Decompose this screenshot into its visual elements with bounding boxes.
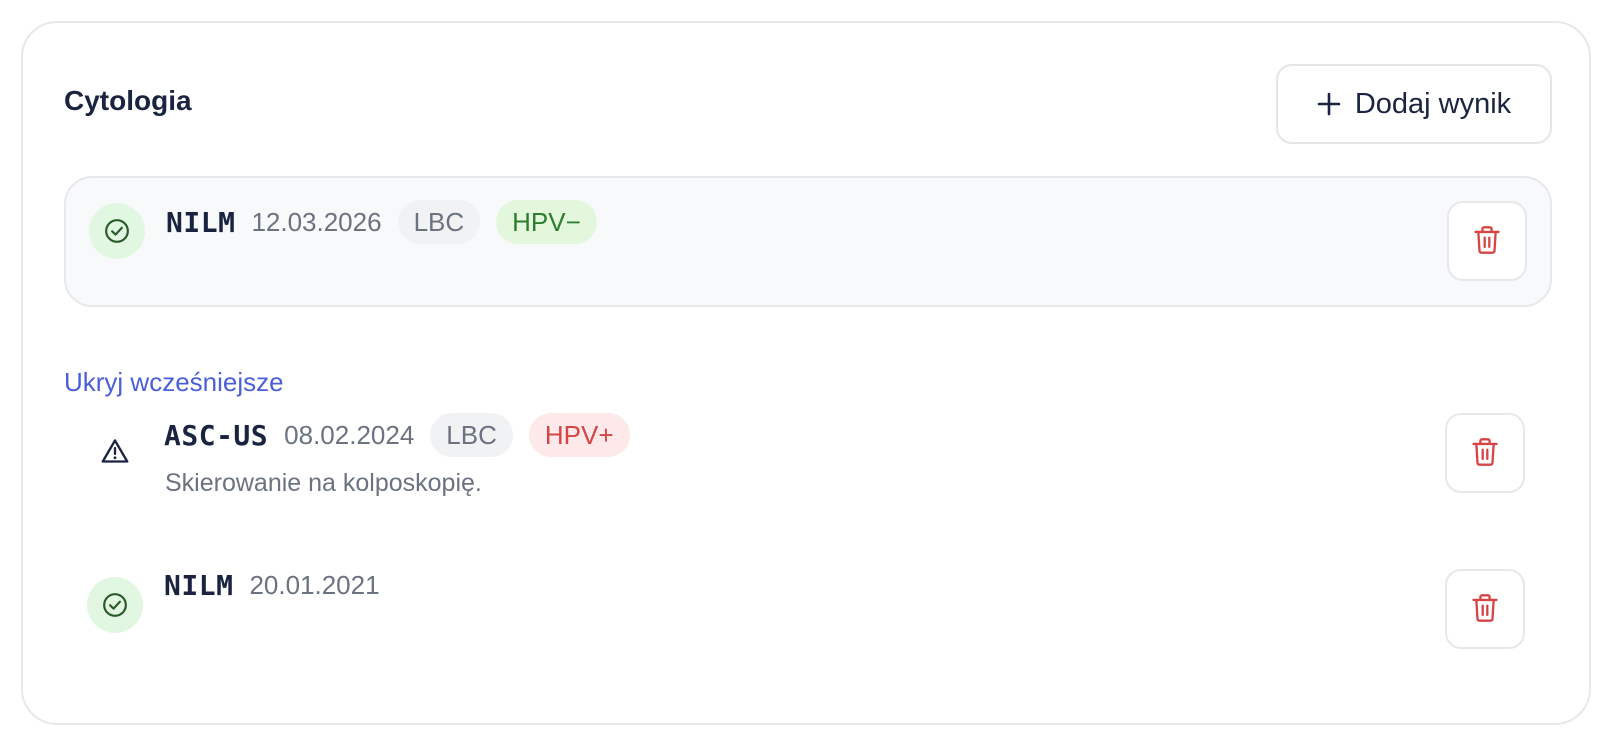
delete-button[interactable] xyxy=(1447,201,1527,281)
latest-result-header: NILM 12.03.2026 LBC HPV− xyxy=(166,200,597,244)
delete-button[interactable] xyxy=(1445,569,1525,649)
trash-icon xyxy=(1471,593,1499,626)
result-code: NILM xyxy=(164,569,234,602)
add-result-button[interactable]: Dodaj wynik xyxy=(1276,64,1552,144)
check-circle-icon xyxy=(89,203,145,259)
hpv-badge: HPV− xyxy=(496,200,597,244)
result-code: ASC-US xyxy=(164,418,269,452)
latest-result-row: NILM 12.03.2026 LBC HPV− xyxy=(64,176,1552,307)
history-row-header: ASC-US 08.02.2024 LBC HPV+ xyxy=(164,413,630,457)
result-code: NILM xyxy=(166,205,236,239)
warning-triangle-icon xyxy=(87,423,143,479)
check-circle-icon xyxy=(87,577,143,633)
result-date: 20.01.2021 xyxy=(249,570,380,600)
hide-earlier-link[interactable]: Ukryj wcześniejsze xyxy=(64,367,284,398)
delete-button[interactable] xyxy=(1445,413,1525,493)
add-result-label: Dodaj wynik xyxy=(1354,87,1512,120)
method-badge: LBC xyxy=(430,413,513,457)
history-row: ASC-US 08.02.2024 LBC HPV+ Skierowanie n… xyxy=(64,413,1552,523)
result-date: 08.02.2024 xyxy=(284,419,415,450)
trash-icon xyxy=(1471,437,1499,470)
plus-icon xyxy=(1317,92,1341,116)
history-row-header: NILM 20.01.2021 xyxy=(164,569,380,602)
section-title: Cytologia xyxy=(64,85,192,116)
method-badge: LBC xyxy=(397,200,481,244)
hpv-badge: HPV+ xyxy=(528,413,630,457)
cytology-card: Cytologia Dodaj wynik NILM 12.03.2026 LB… xyxy=(21,21,1591,725)
history-row: NILM 20.01.2021 xyxy=(64,569,1552,659)
trash-icon xyxy=(1473,225,1501,258)
result-note: Skierowanie na kolposkopię. xyxy=(165,469,482,497)
result-date: 12.03.2026 xyxy=(251,206,382,237)
